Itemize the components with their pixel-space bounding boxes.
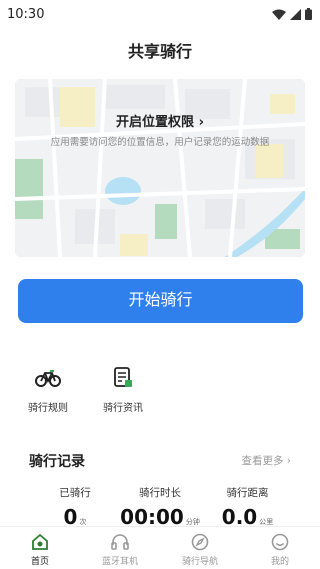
tab-home-label: 首页 xyxy=(30,557,49,567)
stat-label: 骑行距离 xyxy=(226,487,269,499)
stat-unit: 分钟 xyxy=(185,518,200,526)
page-title: 共享骑行 xyxy=(127,42,192,61)
location-permission-description: 应用需要访问您的位置信息，用户记录您的运动数据 xyxy=(50,137,270,148)
records-title-text: 骑行记录 xyxy=(29,454,85,470)
tab-riding-navigation[interactable]: 骑行导航 xyxy=(170,532,230,567)
status-icons xyxy=(272,8,312,20)
compass-icon xyxy=(191,533,209,551)
tab-profile-label: 我的 xyxy=(270,557,289,567)
location-permission-card[interactable]: 开启位置权限 › 应用需要访问您的位置信息，用户记录您的运动数据 xyxy=(15,79,305,257)
chevron-right-icon: › xyxy=(198,115,204,130)
bottom-tab-bar: 首页 蓝牙耳机 骑行导航 我的 xyxy=(0,526,320,569)
stat-unit: 公里 xyxy=(259,518,274,526)
news-icon xyxy=(114,367,132,387)
signal-icon xyxy=(290,8,301,20)
status-bar: 10:30 xyxy=(0,0,320,30)
stat-label: 骑行时长 xyxy=(139,487,181,499)
tab-riding-navigation-label: 骑行导航 xyxy=(181,557,218,567)
tab-profile[interactable]: 我的 xyxy=(250,532,310,567)
stat-label: 已骑行 xyxy=(59,487,91,499)
view-more-link[interactable]: 查看更多 › xyxy=(241,453,291,468)
location-permission-title[interactable]: 开启位置权限 › xyxy=(15,111,305,130)
battery-icon xyxy=(305,8,312,20)
view-more-label: 查看更多 xyxy=(241,455,284,467)
headphones-icon xyxy=(111,534,129,550)
wifi-icon xyxy=(272,9,286,20)
stat-ride-distance: 骑行距离 0.0 公里 xyxy=(210,485,285,529)
riding-rules-label: 骑行规则 xyxy=(28,403,68,414)
tab-bluetooth-headphones[interactable]: 蓝牙耳机 xyxy=(90,532,150,567)
bicycle-icon xyxy=(35,370,61,387)
location-permission-label: 开启位置权限 xyxy=(116,115,195,130)
home-icon xyxy=(32,533,48,550)
stat-ride-count: 已骑行 0次 xyxy=(40,485,110,529)
tab-home[interactable]: 首页 xyxy=(10,532,70,567)
status-time: 10:30 xyxy=(7,7,45,22)
riding-news-label: 骑行资讯 xyxy=(103,403,143,414)
tab-bluetooth-headphones-label: 蓝牙耳机 xyxy=(101,557,138,567)
stat-unit: 次 xyxy=(79,518,87,526)
stat-ride-duration: 骑行时长 00:00 分钟 xyxy=(115,485,205,529)
records-title: 骑行记录 xyxy=(29,451,87,472)
chevron-right-icon: › xyxy=(286,455,291,467)
profile-icon xyxy=(271,533,289,551)
riding-news-entry[interactable]: 骑行资讯 xyxy=(93,366,153,414)
start-riding-button[interactable]: 开始骑行 xyxy=(18,279,303,323)
riding-rules-entry[interactable]: 骑行规则 xyxy=(18,366,78,414)
map-overlay xyxy=(15,79,305,257)
